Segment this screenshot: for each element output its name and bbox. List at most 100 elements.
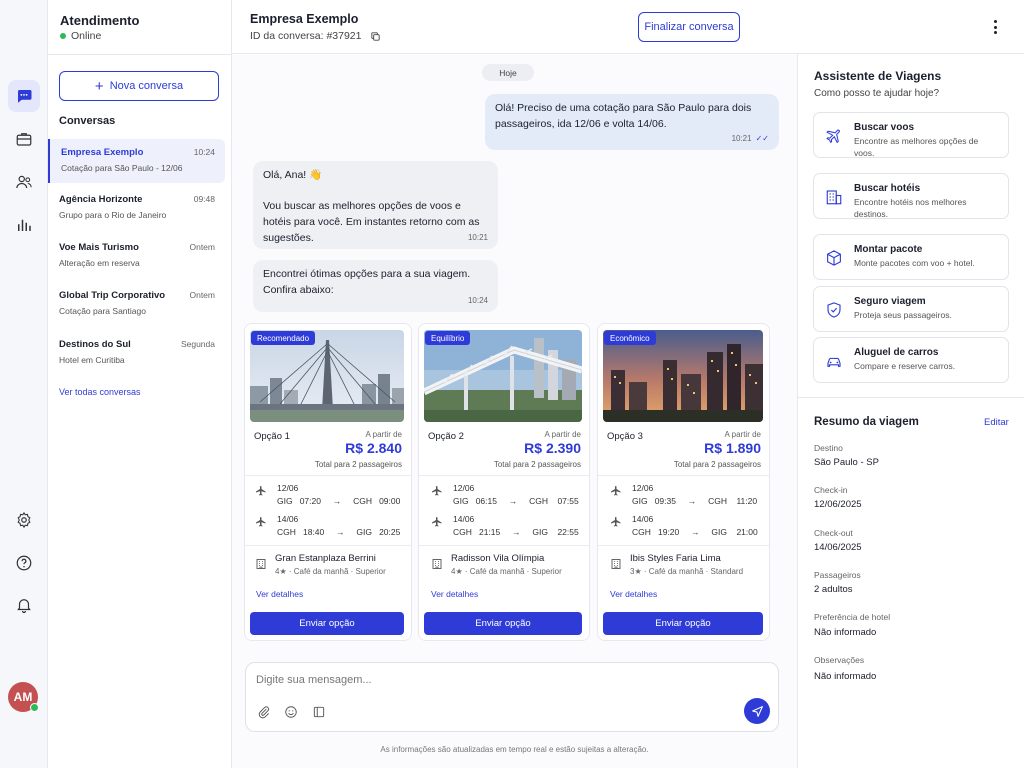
message-time: 10:24 [467,296,488,305]
price-note: Total para 2 passageiros [314,460,402,469]
summary-label: Preferência de hotel [814,612,891,622]
reports-nav-button[interactable] [8,209,40,241]
contacts-nav-button[interactable] [8,166,40,198]
hotel-name: Ibis Styles Faria Lima [630,553,721,564]
hotel-icon [432,559,442,569]
paperclip-icon[interactable] [257,705,271,719]
travel-option-card: Econômico Opção 3 A partir de R$ 1.890 T… [597,323,770,641]
conversation-id: ID da conversa: #37921 [250,30,381,42]
online-indicator [30,703,39,712]
summary-label: Observações [814,655,865,665]
flight-origin: GIG [453,496,469,506]
conversation-name: Agência Horizonte [59,194,143,205]
briefcase-icon [16,133,32,146]
flight-origin: CGH [453,527,472,537]
option-price: R$ 2.390 [524,440,581,456]
flight-date: 12/06 [453,483,475,493]
view-details-link[interactable]: Ver detalhes [610,589,657,599]
plane-icon [256,517,266,527]
view-details-link[interactable]: Ver detalhes [431,589,478,599]
conversation-time: 09:48 [193,194,215,204]
summary-value: Não informado [814,671,877,682]
option-label: Opção 2 [428,431,464,442]
flight-arrival: 11:20 [736,496,758,506]
shield-icon [827,302,841,318]
option-badge: Econômico [604,331,656,345]
conversation-item[interactable]: Empresa Exemplo Cotação para São Paulo -… [48,139,225,183]
help-nav-button[interactable] [8,547,40,579]
conversation-id-text: ID da conversa: #37921 [250,30,362,42]
finish-conversation-button[interactable]: Finalizar conversa [638,12,740,42]
chat-messages-area: Hoje Olá! Preciso de uma cotação para Sã… [232,55,797,768]
conversation-item[interactable]: Agência Horizonte Grupo para o Rio de Ja… [48,186,225,230]
conversation-time: Ontem [189,242,215,252]
price-note: Total para 2 passageiros [673,460,761,469]
summary-value: São Paulo - SP [814,457,879,468]
flight-date: 14/06 [453,514,475,524]
plane-icon [611,517,621,527]
notifications-nav-button[interactable] [8,589,40,621]
hotel-name: Gran Estanplaza Berrini [275,553,376,564]
new-conversation-button[interactable]: + Nova conversa [59,71,219,101]
flight-destination: CGH [529,496,548,506]
outgoing-message: Olá! Preciso de uma cotação para São Pau… [485,94,779,150]
send-option-button[interactable]: Enviar opção [250,612,404,635]
emoji-icon[interactable] [284,705,298,719]
divider [419,545,589,546]
divider [798,397,1024,398]
build-package-card[interactable]: Montar pacote Monte pacotes com voo + ho… [813,234,1009,280]
template-icon[interactable] [312,705,326,719]
send-message-button[interactable] [744,698,770,724]
chat-nav-button[interactable] [8,80,40,112]
conversation-list-panel: Atendimento Online + Nova conversa Conve… [48,0,232,768]
summary-label: Check-in [814,485,848,495]
trip-summary-title: Resumo da viagem [814,416,919,428]
incoming-message: Olá, Ana! 👋 Vou buscar as melhores opçõe… [253,161,498,249]
send-option-button[interactable]: Enviar opção [424,612,582,635]
conversation-item[interactable]: Voe Mais Turismo Alteração em reserva On… [48,234,225,278]
flight-arrival: 22:55 [557,527,579,537]
settings-nav-button[interactable] [8,504,40,536]
briefcase-nav-button[interactable] [8,123,40,155]
hotel-name: Radisson Vila Olímpia [451,553,545,564]
help-icon [16,555,32,571]
action-title: Montar pacote [854,244,923,255]
message-text: Encontrei ótimas opções para a sua viage… [263,268,471,296]
conversation-item[interactable]: Global Trip Corporativo Cotação para San… [48,282,225,326]
action-description: Encontre as melhores opções de voos. [854,136,979,158]
disclaimer-text: As informações são atualizadas em tempo … [380,745,649,754]
edit-summary-link[interactable]: Editar [984,417,1009,428]
travel-insurance-card[interactable]: Seguro viagem Proteja seus passageiros. [813,286,1009,332]
flight-origin: CGH [277,527,296,537]
copy-icon[interactable] [370,31,381,42]
more-options-icon[interactable] [986,17,1004,37]
flight-arrival: 20:25 [379,527,401,537]
car-rental-card[interactable]: Aluguel de carros Compare e reserve carr… [813,337,1009,383]
view-details-link[interactable]: Ver detalhes [256,589,303,599]
message-input[interactable] [256,671,716,689]
message-greeting: Olá, Ana! 👋 [263,169,323,181]
assistant-subtitle: Como posso te ajudar hoje? [814,88,940,99]
summary-value: 12/06/2025 [814,499,862,510]
price-prefix: A partir de [544,430,581,439]
conversation-name: Empresa Exemplo [61,147,144,158]
option-badge: Equilíbrio [425,331,471,345]
flight-date: 14/06 [277,514,299,524]
flight-departure: 18:40 [302,527,325,537]
summary-label: Check-out [814,528,853,538]
incoming-message: Encontrei ótimas opções para a sua viage… [253,260,498,312]
search-flights-card[interactable]: Buscar voos Encontre as melhores opções … [813,112,1009,158]
assistant-title: Assistente de Viagens [814,69,942,83]
divider [48,54,232,55]
hotel-details: 4★ · Café da manhã · Superior [451,567,562,576]
conversation-item[interactable]: Destinos do Sul Hotel em Curitiba Segund… [48,331,225,375]
action-description: Proteja seus passageiros. [854,310,952,320]
conversation-preview: Alteração em reserva [59,258,140,268]
conversation-preview: Grupo para o Rio de Janeiro [59,210,167,220]
send-option-button[interactable]: Enviar opção [603,612,763,635]
search-hotels-card[interactable]: Buscar hotéis Encontre hotéis nos melhor… [813,173,1009,219]
car-icon [827,357,841,367]
flight-arrival: 07:55 [557,496,579,506]
divider [245,475,411,476]
see-all-conversations-link[interactable]: Ver todas conversas [59,387,141,397]
